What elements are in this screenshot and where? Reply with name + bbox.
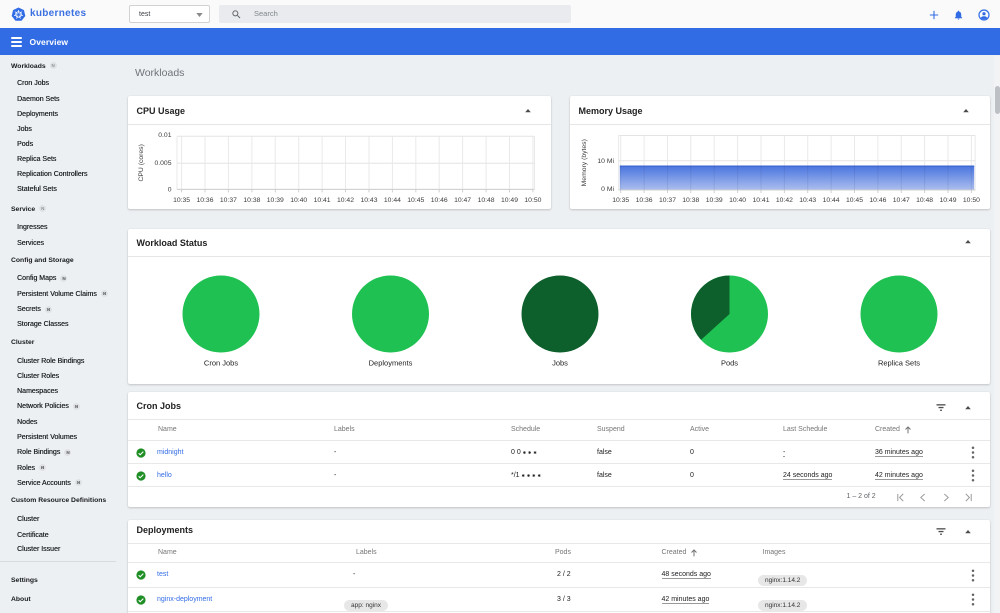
svg-text:10:35: 10:35 [173, 197, 190, 204]
svg-text:10:42: 10:42 [776, 197, 793, 204]
svg-text:10:48: 10:48 [916, 197, 933, 204]
svg-text:10:44: 10:44 [823, 197, 840, 204]
svg-text:10:38: 10:38 [243, 197, 260, 204]
svg-text:10:43: 10:43 [360, 197, 377, 204]
svg-text:10:44: 10:44 [384, 197, 401, 204]
svg-text:10:45: 10:45 [846, 197, 863, 204]
svg-text:10:40: 10:40 [729, 197, 746, 204]
svg-text:10:35: 10:35 [612, 197, 629, 204]
svg-text:10:45: 10:45 [407, 197, 424, 204]
svg-text:10:43: 10:43 [799, 197, 816, 204]
svg-text:0 Mi: 0 Mi [601, 186, 614, 193]
svg-text:10:50: 10:50 [524, 197, 541, 204]
svg-text:Replica Sets: Replica Sets [878, 359, 920, 368]
svg-text:10:39: 10:39 [267, 197, 284, 204]
svg-text:10 Mi: 10 Mi [597, 158, 614, 165]
svg-text:10:37: 10:37 [659, 197, 676, 204]
svg-text:10:36: 10:36 [636, 197, 653, 204]
svg-text:10:39: 10:39 [706, 197, 723, 204]
svg-text:CPU (cores): CPU (cores) [138, 144, 145, 181]
svg-text:10:47: 10:47 [893, 197, 910, 204]
svg-text:10:46: 10:46 [869, 197, 886, 204]
svg-text:10:46: 10:46 [431, 197, 448, 204]
svg-text:10:47: 10:47 [454, 197, 471, 204]
svg-text:10:41: 10:41 [752, 197, 769, 204]
svg-text:10:49: 10:49 [939, 197, 956, 204]
svg-text:10:49: 10:49 [501, 197, 518, 204]
svg-text:Cron Jobs: Cron Jobs [204, 359, 238, 368]
svg-text:0.005: 0.005 [154, 160, 171, 167]
svg-text:10:36: 10:36 [196, 197, 213, 204]
svg-text:10:40: 10:40 [290, 197, 307, 204]
svg-text:Deployments: Deployments [369, 359, 413, 368]
svg-text:10:41: 10:41 [314, 197, 331, 204]
svg-text:10:42: 10:42 [337, 197, 354, 204]
svg-text:10:50: 10:50 [963, 197, 980, 204]
svg-text:10:48: 10:48 [478, 197, 495, 204]
svg-text:10:38: 10:38 [682, 197, 699, 204]
svg-text:0.01: 0.01 [158, 132, 171, 139]
svg-text:Memory (bytes): Memory (bytes) [581, 139, 588, 186]
svg-text:10:37: 10:37 [220, 197, 237, 204]
svg-text:Jobs: Jobs [552, 359, 568, 368]
svg-text:Pods: Pods [721, 359, 738, 368]
svg-text:0: 0 [168, 186, 172, 193]
